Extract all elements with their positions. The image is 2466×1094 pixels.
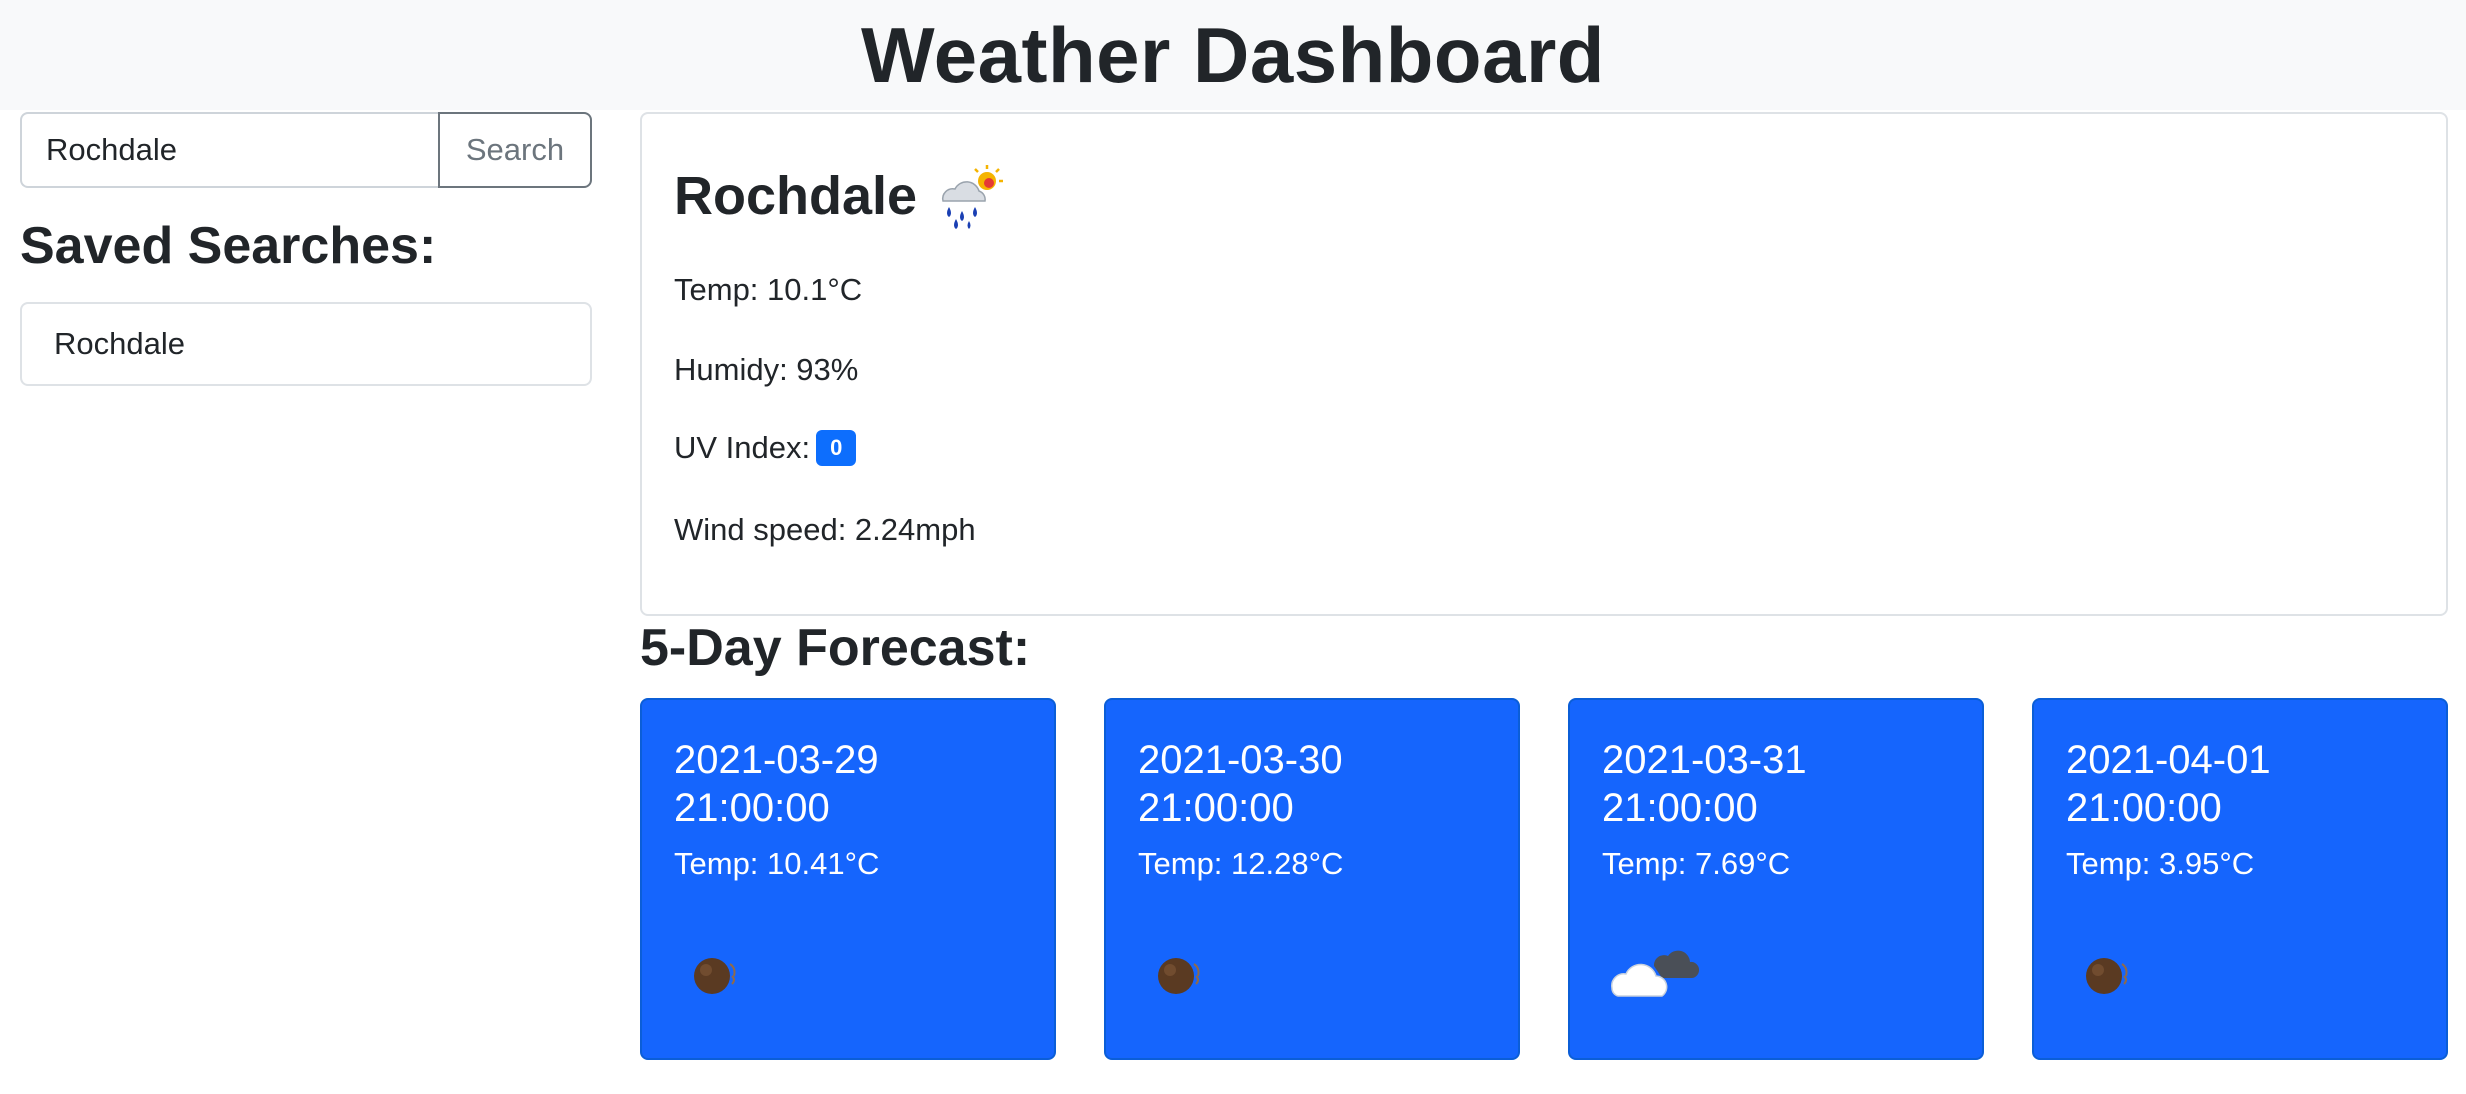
forecast-card: 2021-03-31 21:00:00 Temp: 7.69°C: [1568, 698, 1984, 1060]
forecast-card: 2021-03-29 21:00:00 Temp: 10.41°C: [640, 698, 1056, 1060]
current-temp: Temp: 10.1°C: [674, 272, 863, 307]
forecast-day: 2021-03-29: [674, 738, 879, 782]
saved-searches-title: Saved Searches:: [20, 217, 437, 275]
current-humidity: Humidy: 93%: [674, 352, 859, 387]
rain-sun-icon: [942, 165, 1004, 229]
uv-badge: 0: [816, 430, 857, 466]
search-input[interactable]: [20, 112, 438, 188]
current-weather-card: Rochdale Temp: 10.1°C Humidy: 93% UV Ind…: [640, 112, 2448, 616]
forecast-card: 2021-03-30 21:00:00 Temp: 12.28°C: [1104, 698, 1520, 1060]
forecast-date: 2021-03-31 21:00:00: [1602, 736, 1950, 832]
page-title: Weather Dashboard: [861, 11, 1605, 99]
forecast-date: 2021-03-30 21:00:00: [1138, 736, 1486, 832]
forecast-day: 2021-03-30: [1138, 738, 1343, 782]
night-moon-icon: [1158, 958, 1200, 994]
forecast-temp: Temp: 7.69°C: [1602, 846, 1791, 881]
current-uv: UV Index: 0: [674, 430, 857, 468]
forecast-time: 21:00:00: [1138, 786, 1294, 830]
cloud-icon: [1611, 950, 1700, 997]
forecast-temp: Temp: 12.28°C: [1138, 846, 1344, 881]
night-moon-icon: [694, 958, 736, 994]
forecast-day: 2021-04-01: [2066, 738, 2271, 782]
saved-search-item[interactable]: Rochdale: [20, 302, 592, 386]
forecast-time: 21:00:00: [2066, 786, 2222, 830]
forecast-time: 21:00:00: [1602, 786, 1758, 830]
city-name: Rochdale: [674, 166, 918, 226]
forecast-row: 2021-03-29 21:00:00 Temp: 10.41°C 2021-0…: [640, 698, 2448, 1060]
forecast-temp: Temp: 10.41°C: [674, 846, 880, 881]
search-button[interactable]: Search: [438, 112, 592, 188]
uv-label: UV Index:: [674, 430, 811, 466]
saved-searches-list: Rochdale: [20, 302, 592, 386]
forecast-card: 2021-04-01 21:00:00 Temp: 3.95°C: [2032, 698, 2448, 1060]
night-moon-icon: [2086, 958, 2128, 994]
page-header: Weather Dashboard: [0, 0, 2466, 110]
forecast-time: 21:00:00: [674, 786, 830, 830]
forecast-date: 2021-03-29 21:00:00: [674, 736, 1022, 832]
forecast-day: 2021-03-31: [1602, 738, 1807, 782]
forecast-title: 5-Day Forecast:: [640, 619, 1031, 677]
forecast-date: 2021-04-01 21:00:00: [2066, 736, 2414, 832]
city-row: Rochdale: [674, 156, 2414, 236]
forecast-temp: Temp: 3.95°C: [2066, 846, 2255, 881]
search-group: Search: [20, 112, 592, 188]
current-wind: Wind speed: 2.24mph: [674, 512, 976, 547]
